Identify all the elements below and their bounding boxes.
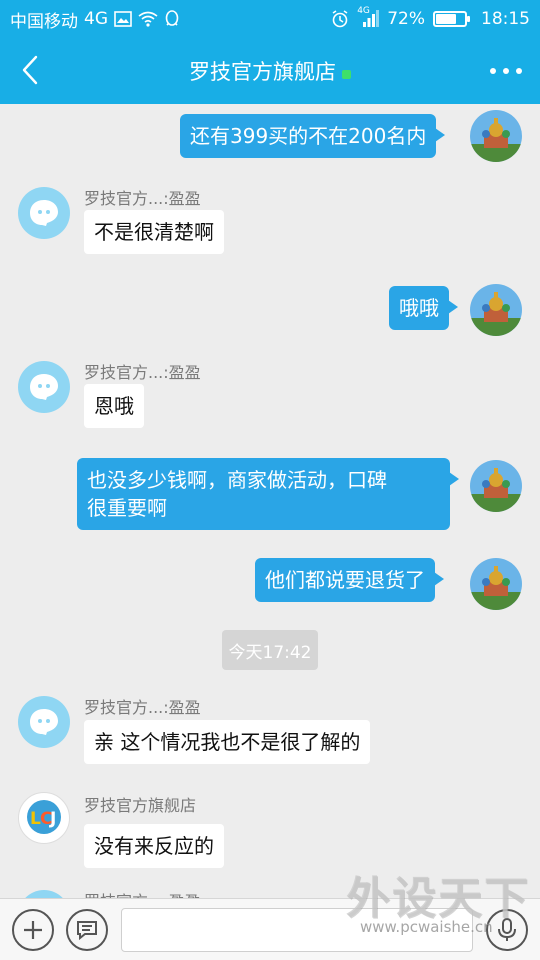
- clock: 18:15: [481, 9, 530, 29]
- battery-percent: 72%: [387, 9, 425, 29]
- sender-name: 罗技官方...:盈盈: [84, 698, 201, 717]
- more-button[interactable]: [486, 58, 526, 84]
- qq-icon: [164, 10, 180, 28]
- svg-text:J: J: [49, 809, 56, 829]
- chat-area[interactable]: 还有399买的不在200名内 罗技官方...:盈盈 不是很清楚啊 哦哦 罗技官方…: [0, 104, 540, 898]
- title-bar: 罗技官方旗舰店: [0, 38, 540, 104]
- alarm-icon: [331, 10, 349, 28]
- signal-icon: 4G: [357, 6, 380, 28]
- shop-avatar[interactable]: [18, 187, 70, 239]
- carrier-label: 中国移动: [10, 11, 78, 32]
- online-indicator: [342, 69, 351, 79]
- emoji-list-icon: [77, 921, 97, 941]
- message-bubble-outgoing[interactable]: 他们都说要退货了: [255, 558, 444, 602]
- user-avatar[interactable]: [470, 110, 522, 162]
- quick-reply-button[interactable]: [66, 909, 108, 951]
- timestamp-divider: 今天17:42: [222, 630, 318, 670]
- message-bubble-outgoing[interactable]: 也没多少钱啊，商家做活动，口碑 很重要啊: [77, 458, 459, 530]
- gallery-icon: [114, 11, 132, 27]
- status-bar: 中国移动 4G 4G 72% 18:15: [0, 0, 540, 38]
- message-bubble-outgoing[interactable]: 还有399买的不在200名内: [180, 114, 446, 158]
- message-text: 不是很清楚啊: [94, 220, 214, 244]
- message-text: 亲 这个情况我也不是很了解的: [94, 730, 361, 754]
- message-text: 没有来反应的: [94, 834, 214, 858]
- add-button[interactable]: [12, 909, 54, 951]
- message-bubble-outgoing[interactable]: 哦哦: [389, 286, 458, 330]
- message-text-line1: 也没多少钱啊，商家做活动，口碑: [87, 468, 387, 492]
- message-input-field[interactable]: [122, 909, 472, 951]
- wifi-icon: [138, 11, 158, 27]
- message-text: 还有399买的不在200名内: [190, 124, 427, 148]
- message-bubble-incoming[interactable]: 恩哦: [84, 384, 144, 428]
- shop-logo-avatar[interactable]: LCJ: [18, 792, 70, 844]
- microphone-icon: [498, 918, 516, 941]
- message-bubble-incoming[interactable]: 不是很清楚啊: [84, 210, 224, 254]
- input-bar: [0, 898, 540, 960]
- message-bubble-incoming[interactable]: 没有来反应的: [84, 824, 224, 868]
- more-dots-icon: [490, 68, 496, 74]
- message-input[interactable]: [121, 908, 473, 952]
- chat-title: 罗技官方旗舰店: [189, 60, 336, 84]
- shop-avatar[interactable]: [18, 696, 70, 748]
- voice-button[interactable]: [486, 909, 528, 951]
- message-text: 恩哦: [94, 394, 134, 418]
- message-bubble-incoming[interactable]: 亲 这个情况我也不是很了解的: [84, 720, 371, 764]
- shop-avatar[interactable]: [18, 890, 70, 898]
- sender-name: 罗技官方旗舰店: [84, 796, 197, 815]
- signal-type-label: 4G: [357, 6, 370, 16]
- message-text: 哦哦: [399, 296, 439, 320]
- sender-name: 罗技官方...:盈盈: [84, 888, 201, 898]
- message-text-line2: 很重要啊: [87, 496, 167, 520]
- sender-name: 罗技官方...:盈盈: [84, 363, 201, 382]
- add-icon: [24, 921, 42, 939]
- message-text: 他们都说要退货了: [265, 568, 425, 592]
- user-avatar[interactable]: [470, 460, 522, 512]
- user-avatar[interactable]: [470, 558, 522, 610]
- battery-icon: [433, 11, 470, 27]
- user-avatar[interactable]: [470, 284, 522, 336]
- shop-avatar[interactable]: [18, 361, 70, 413]
- network-label: 4G: [84, 9, 108, 29]
- sender-name: 罗技官方...:盈盈: [84, 189, 201, 208]
